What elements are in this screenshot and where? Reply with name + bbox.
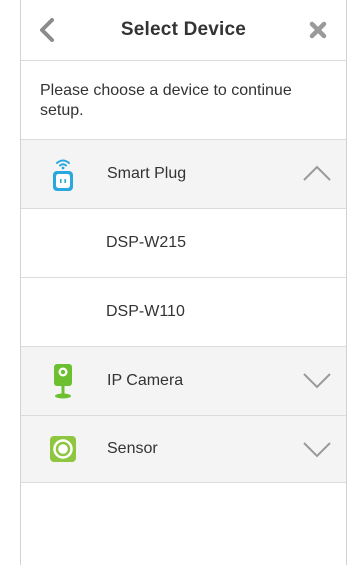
- device-item-dsp-w215[interactable]: DSP-W215: [21, 209, 346, 278]
- sensor-icon: [49, 430, 77, 468]
- back-button[interactable]: [31, 14, 63, 46]
- device-label: DSP-W110: [106, 303, 185, 320]
- category-ip-camera[interactable]: IP Camera: [21, 347, 346, 416]
- close-button[interactable]: [302, 14, 334, 46]
- device-item-dsp-w110[interactable]: DSP-W110: [21, 278, 346, 347]
- category-label: Smart Plug: [107, 165, 187, 182]
- device-label: DSP-W215: [106, 234, 187, 251]
- close-x-icon: [309, 21, 327, 39]
- category-label: Sensor: [107, 440, 158, 457]
- category-label: IP Camera: [107, 372, 184, 389]
- chevron-down-icon: [303, 373, 331, 389]
- ip-camera-icon: [49, 362, 77, 400]
- category-smart-plug[interactable]: Smart Plug: [21, 140, 346, 209]
- intro-text: Please choose a device to continue setup…: [40, 82, 292, 119]
- header-bar: Select Device: [21, 0, 346, 61]
- smart-plug-icon: [49, 155, 77, 193]
- category-sensor[interactable]: Sensor: [21, 416, 346, 483]
- page-title: Select Device: [120, 19, 247, 40]
- chevron-left-icon: [40, 18, 54, 42]
- chevron-down-icon: [303, 442, 331, 458]
- device-category-list: Smart Plug DSP-W215 DSP-W110 IP Camera S…: [21, 139, 346, 483]
- app-frame: Select Device Please choose a device to …: [20, 0, 347, 565]
- chevron-up-icon: [303, 165, 331, 181]
